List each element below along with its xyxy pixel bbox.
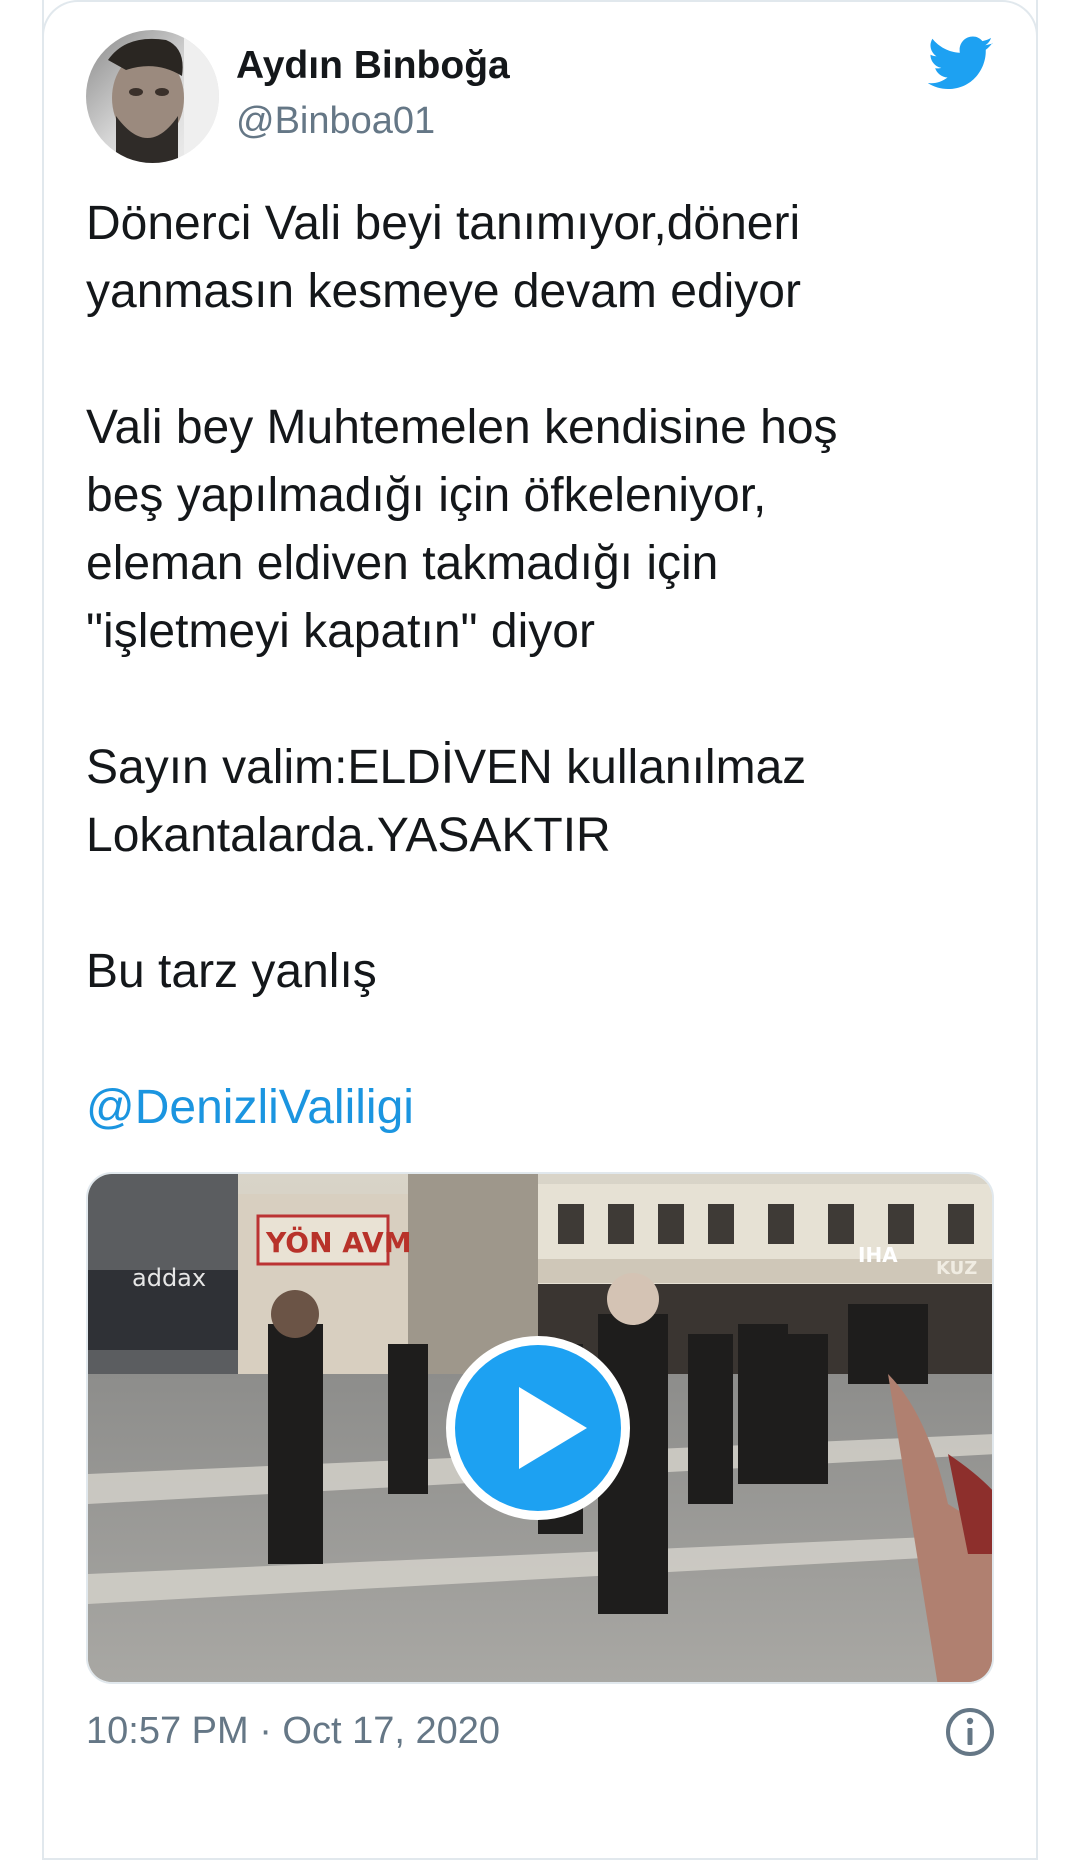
play-icon <box>519 1387 587 1469</box>
tweet-paragraph: Bu tarz yanlış <box>86 945 377 998</box>
avatar[interactable] <box>86 30 219 163</box>
tweet-timestamp[interactable]: 10:57 PM · Oct 17, 2020 <box>86 1710 500 1753</box>
tweet-paragraph: Vali bey Muhtemelen kendisine hoş beş ya… <box>86 401 838 658</box>
iha-watermark: IHA <box>858 1243 898 1267</box>
mention-link[interactable]: @DenizliValiligi <box>86 1074 996 1142</box>
tweet-text: Dönerci Vali beyi tanımıyor,döneri yanma… <box>86 190 996 1210</box>
info-icon[interactable] <box>944 1706 996 1758</box>
tweet-paragraph: Sayın valim:ELDİVEN kullanılmaz Lokantal… <box>86 741 807 862</box>
tweet-card-top <box>42 0 1038 40</box>
avatar-photo <box>86 30 219 163</box>
shop-sign-yon-avm: YÖN AVM <box>265 1225 412 1259</box>
shop-sign-addax: addax <box>132 1264 206 1292</box>
shop-sign-kuz: KUZ <box>936 1258 977 1279</box>
author-name[interactable]: Aydın Binboğa <box>236 44 510 88</box>
tweet-paragraph: Dönerci Vali beyi tanımıyor,döneri yanma… <box>86 197 801 318</box>
twitter-bird-icon[interactable] <box>927 36 994 92</box>
play-button[interactable] <box>446 1336 630 1520</box>
author-handle[interactable]: @Binboa01 <box>236 100 435 143</box>
